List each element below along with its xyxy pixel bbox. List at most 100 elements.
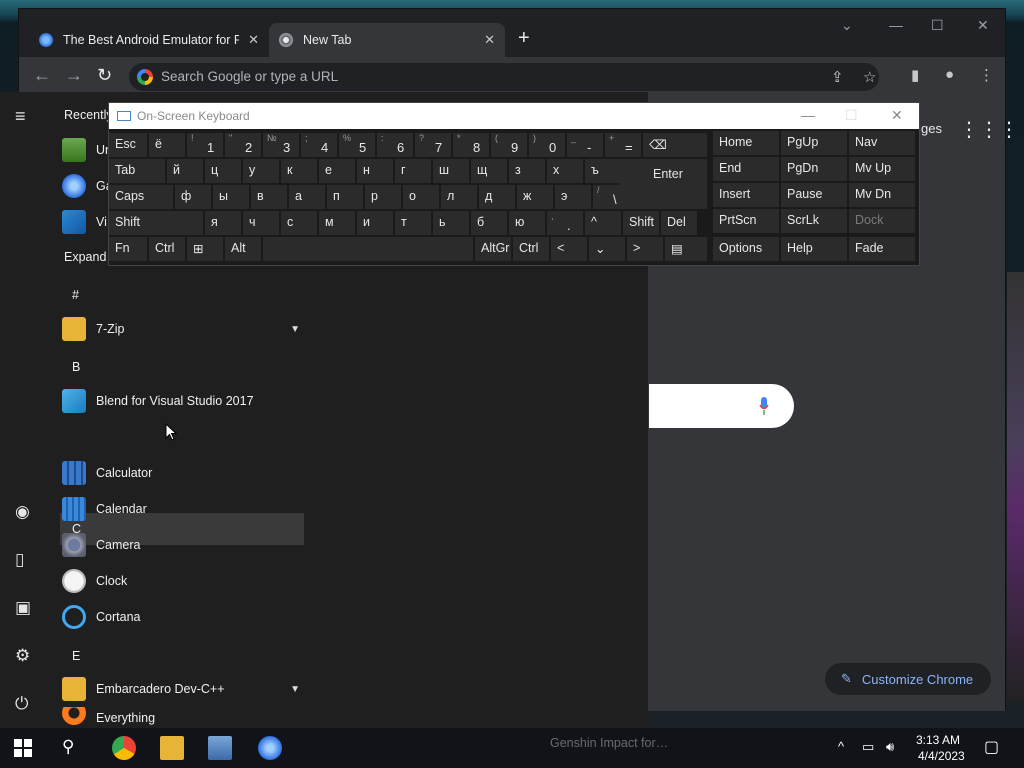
list-item-calendar[interactable]: Calendar (62, 491, 306, 527)
key-row4-8[interactable]: б (471, 211, 507, 235)
share-icon[interactable]: ⇪ (831, 68, 844, 86)
key-row2-8[interactable]: ш (433, 159, 469, 183)
key-row3-7[interactable]: о (403, 185, 439, 209)
key-row4-5[interactable]: и (357, 211, 393, 235)
tab-new-tab[interactable]: New Tab ✕ (269, 23, 505, 57)
nav-key-pgup[interactable]: PgUp (781, 131, 847, 155)
key-period[interactable]: ,. (547, 211, 583, 235)
key-delete[interactable]: Del (661, 211, 697, 235)
file-explorer-icon[interactable] (160, 736, 184, 760)
images-link[interactable]: ges (921, 121, 942, 136)
key-row3-10[interactable]: ж (517, 185, 553, 209)
nav-key-pause[interactable]: Pause (781, 183, 847, 207)
taskbar-genshin-item[interactable]: Genshin Impact for… (550, 736, 668, 750)
key-row2-0[interactable]: Tab (109, 159, 165, 183)
power-icon[interactable]: ⏻ (15, 694, 28, 714)
key-ctrl[interactable]: Ctrl (149, 237, 185, 261)
key-fn[interactable]: Fn (109, 237, 147, 261)
nav-key-end[interactable]: End (713, 157, 779, 181)
bluestacks-taskbar-icon[interactable] (258, 736, 282, 760)
customize-chrome-button[interactable]: ✎ Customize Chrome (825, 663, 991, 695)
nav-key-prtscn[interactable]: PrtScn (713, 209, 779, 233)
key-row3-5[interactable]: п (327, 185, 363, 209)
nav-key-mv-up[interactable]: Mv Up (849, 157, 915, 181)
back-button[interactable]: ← (33, 65, 51, 86)
key-windows[interactable]: ⊞ (187, 237, 223, 261)
minimize-button[interactable]: — (889, 17, 903, 33)
chrome-taskbar-icon[interactable] (112, 736, 136, 760)
list-item-embarcadero[interactable]: Embarcadero Dev-C++ ▼ (62, 671, 306, 707)
key-row3-3[interactable]: в (251, 185, 287, 209)
key-row4-4[interactable]: м (319, 211, 355, 235)
key-arrow-left[interactable]: < (551, 237, 587, 261)
new-tab-button[interactable]: + (518, 27, 530, 50)
notifications-icon[interactable]: ▢ (984, 737, 999, 757)
key-menu[interactable]: ▤ (665, 237, 707, 261)
taskbar-time[interactable]: 3:13 AM (916, 733, 960, 747)
key-row4-7[interactable]: ь (433, 211, 469, 235)
tab-search-icon[interactable]: ⌄ (841, 17, 853, 34)
key-row3-4[interactable]: а (289, 185, 325, 209)
key-row4-0[interactable]: Shift (109, 211, 203, 235)
key-alt[interactable]: Alt (225, 237, 261, 261)
enter-key[interactable]: Enter (619, 159, 707, 209)
key-row1-3[interactable]: " 2 (225, 133, 261, 157)
key-row4-2[interactable]: ч (243, 211, 279, 235)
key-row1-8[interactable]: ? 7 (415, 133, 451, 157)
key-row3-11[interactable]: э (555, 185, 591, 209)
osk-close-button[interactable]: ✕ (891, 107, 903, 124)
key-row4-1[interactable]: я (205, 211, 241, 235)
documents-icon[interactable]: ▯ (15, 550, 24, 570)
side-panel-icon[interactable]: ▮ (911, 66, 919, 84)
pictures-icon[interactable]: ▣ (15, 598, 31, 618)
key-row3-8[interactable]: л (441, 185, 477, 209)
reload-button[interactable]: ↻ (97, 65, 112, 86)
profile-icon[interactable]: ● (945, 66, 954, 83)
key-row2-3[interactable]: у (243, 159, 279, 183)
key-row2-5[interactable]: е (319, 159, 355, 183)
key-row1-12[interactable]: _ - (567, 133, 603, 157)
key-row4-6[interactable]: т (395, 211, 431, 235)
nav-key-options[interactable]: Options (713, 237, 779, 261)
search-icon[interactable]: ⚲ (62, 737, 86, 761)
list-item-camera[interactable]: Camera (62, 527, 306, 563)
key-row1-4[interactable]: № 3 (263, 133, 299, 157)
key-shift-right[interactable]: Shift (623, 211, 659, 235)
taskbar-date[interactable]: 4/4/2023 (918, 749, 965, 763)
osk-titlebar[interactable]: On-Screen Keyboard — ☐ ✕ (109, 103, 919, 129)
osk-maximize-button[interactable]: ☐ (845, 107, 858, 124)
tab-close-icon[interactable]: ✕ (248, 32, 259, 48)
windows-start-icon[interactable] (14, 739, 32, 757)
key-row2-6[interactable]: н (357, 159, 393, 183)
key-row1-10[interactable]: (9 (491, 133, 527, 157)
nav-key-mv-dn[interactable]: Mv Dn (849, 183, 915, 207)
omnibox[interactable]: Search Google or type a URL ⇪ ☆ (129, 63, 879, 91)
maximize-button[interactable]: ☐ (931, 17, 944, 34)
close-window-button[interactable]: ✕ (977, 17, 989, 34)
key-altgr[interactable]: AltGr (475, 237, 511, 261)
key-row3-1[interactable]: ф (175, 185, 211, 209)
key-row2-11[interactable]: х (547, 159, 583, 183)
volume-icon[interactable]: 🔊︎ (886, 739, 894, 755)
key-row2-10[interactable]: з (509, 159, 545, 183)
nav-key-nav[interactable]: Nav (849, 131, 915, 155)
key-row2-12[interactable]: ъ (585, 159, 621, 183)
key-row1-2[interactable]: ! 1 (187, 133, 223, 157)
chrome-menu-icon[interactable]: ⋮ (979, 66, 994, 84)
key-row2-2[interactable]: ц (205, 159, 241, 183)
tab-android-emulator[interactable]: The Best Android Emulator for PC ✕ (29, 23, 269, 57)
key-row3-6[interactable]: р (365, 185, 401, 209)
on-screen-keyboard-taskbar-icon[interactable] (208, 736, 232, 760)
forward-button[interactable]: → (65, 65, 83, 86)
tray-chevron-icon[interactable]: ^ (838, 739, 844, 754)
key-row3-2[interactable]: ы (213, 185, 249, 209)
nav-key-dock[interactable]: Dock (849, 209, 915, 233)
nav-key-fade[interactable]: Fade (849, 237, 915, 261)
key-row4-3[interactable]: с (281, 211, 317, 235)
key-row1-0[interactable]: Esc (109, 133, 147, 157)
key-row1-13[interactable]: + = (605, 133, 641, 157)
osk-minimize-button[interactable]: — (801, 107, 815, 123)
list-item-calculator[interactable]: Calculator (62, 455, 306, 491)
key-arrow-down[interactable]: ⌄ (589, 237, 625, 261)
key-row1-11[interactable]: ) 0 (529, 133, 565, 157)
